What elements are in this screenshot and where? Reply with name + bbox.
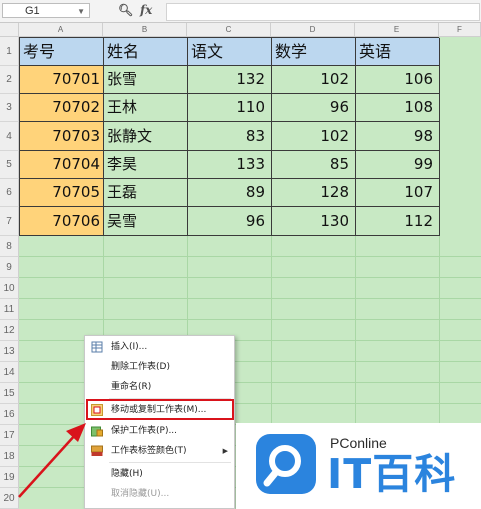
table-cell-score[interactable]: 130 (272, 207, 356, 236)
zoom-icon[interactable]: 🔍︎ (118, 3, 133, 17)
menu-separator (109, 462, 231, 463)
row-header-11[interactable]: 11 (0, 299, 19, 320)
table-cell-id[interactable]: 70705 (20, 179, 104, 207)
insert-sheet-icon (91, 341, 103, 353)
gridline (19, 256, 481, 257)
name-box-value: G1 (25, 5, 40, 17)
row-header-8[interactable]: 8 (0, 236, 19, 257)
row-header-16[interactable]: 16 (0, 404, 19, 425)
row-header-6[interactable]: 6 (0, 179, 19, 207)
header-cell-exam-id[interactable]: 考号 (20, 38, 104, 66)
gridline (19, 277, 481, 278)
row-header-13[interactable]: 13 (0, 341, 19, 362)
menu-item-tab-color[interactable]: 工作表标签颜色(T) ▶ (85, 441, 234, 461)
tab-color-icon (91, 445, 103, 456)
fx-icon[interactable]: fx (140, 3, 152, 17)
menu-item-label: 取消隐藏(U)... (111, 489, 170, 499)
table-cell-score[interactable]: 128 (272, 179, 356, 207)
table-cell-score[interactable]: 106 (356, 66, 440, 94)
row-header-15[interactable]: 15 (0, 383, 19, 404)
menu-item-label: 删除工作表(D) (111, 362, 170, 372)
table-cell-score[interactable]: 107 (356, 179, 440, 207)
menu-item-rename[interactable]: 重命名(R) (85, 377, 234, 397)
table-cell-id[interactable]: 70706 (20, 207, 104, 236)
table-cell-score[interactable]: 132 (188, 66, 272, 94)
table-cell-score[interactable]: 112 (356, 207, 440, 236)
row-header-20[interactable]: 20 (0, 488, 19, 509)
row-header-14[interactable]: 14 (0, 362, 19, 383)
header-cell-chinese[interactable]: 语文 (188, 38, 272, 66)
column-header-d[interactable]: D (271, 23, 355, 37)
row-header-10[interactable]: 10 (0, 278, 19, 299)
row-header-7[interactable]: 7 (0, 207, 19, 236)
header-cell-english[interactable]: 英语 (356, 38, 440, 66)
row-header-3[interactable]: 3 (0, 94, 19, 122)
column-header-a[interactable]: A (19, 23, 103, 37)
table-cell-score[interactable]: 133 (188, 151, 272, 179)
table-cell-id[interactable]: 70701 (20, 66, 104, 94)
header-cell-name[interactable]: 姓名 (104, 38, 188, 66)
row-header-19[interactable]: 19 (0, 467, 19, 488)
column-header-b[interactable]: B (103, 23, 187, 37)
table-cell-id[interactable]: 70702 (20, 94, 104, 122)
header-cell-math[interactable]: 数学 (272, 38, 356, 66)
table-cell-score[interactable]: 96 (272, 94, 356, 122)
table-cell-name[interactable]: 张静文 (104, 122, 188, 151)
row-header-4[interactable]: 4 (0, 122, 19, 151)
table-cell-score[interactable]: 98 (356, 122, 440, 151)
row-header-1[interactable]: 1 (0, 37, 19, 66)
row-header-12[interactable]: 12 (0, 320, 19, 341)
menu-item-protect-sheet[interactable]: 保护工作表(P)... (85, 421, 234, 441)
select-all-corner[interactable] (0, 23, 19, 37)
menu-item-label: 隐藏(H) (111, 469, 143, 479)
table-cell-score[interactable]: 102 (272, 66, 356, 94)
table-cell-score[interactable]: 102 (272, 122, 356, 151)
row-header-18[interactable]: 18 (0, 446, 19, 467)
row-header-2[interactable]: 2 (0, 66, 19, 94)
column-header-c[interactable]: C (187, 23, 271, 37)
table-cell-score[interactable]: 108 (356, 94, 440, 122)
table-cell-name[interactable]: 王磊 (104, 179, 188, 207)
gridline (19, 319, 481, 320)
table-cell-name[interactable]: 张雪 (104, 66, 188, 94)
gridline (19, 298, 481, 299)
menu-item-label: 插入(I)... (111, 342, 148, 352)
sheet-tab-context-menu: 插入(I)... 删除工作表(D) 重命名(R) 移动或复制工作表(M)... … (84, 335, 235, 509)
menu-item-label: 工作表标签颜色(T) (111, 446, 187, 456)
protect-sheet-icon (91, 426, 103, 437)
menu-item-hide[interactable]: 隐藏(H) (85, 464, 234, 484)
row-header-5[interactable]: 5 (0, 151, 19, 179)
table-cell-name[interactable]: 王林 (104, 94, 188, 122)
name-box[interactable]: G1 ▼ (2, 3, 90, 18)
watermark-title: IT百科 (327, 450, 457, 498)
table-cell-id[interactable]: 70703 (20, 122, 104, 151)
menu-item-unhide: 取消隐藏(U)... (85, 484, 234, 504)
chevron-down-icon[interactable]: ▼ (77, 4, 85, 19)
row-header-9[interactable]: 9 (0, 257, 19, 278)
table-cell-id[interactable]: 70704 (20, 151, 104, 179)
table-cell-score[interactable]: 96 (188, 207, 272, 236)
table-cell-score[interactable]: 85 (272, 151, 356, 179)
table-cell-score[interactable]: 110 (188, 94, 272, 122)
menu-item-insert[interactable]: 插入(I)... (85, 337, 234, 357)
table-cell-score[interactable]: 83 (188, 122, 272, 151)
column-header-f[interactable]: F (439, 23, 481, 37)
table-cell-name[interactable]: 吴雪 (104, 207, 188, 236)
formula-tools: 🔍︎ fx (112, 3, 164, 19)
table-cell-score[interactable]: 99 (356, 151, 440, 179)
column-header-e[interactable]: E (355, 23, 439, 37)
magnifier-logo-icon (256, 434, 316, 494)
formula-bar: G1 ▼ 🔍︎ fx (0, 0, 481, 23)
menu-item-label: 重命名(R) (111, 382, 152, 392)
menu-item-delete-sheet[interactable]: 删除工作表(D) (85, 357, 234, 377)
submenu-arrow-icon: ▶ (222, 447, 228, 455)
table-cell-name[interactable]: 李昊 (104, 151, 188, 179)
menu-item-label: 保护工作表(P)... (111, 426, 178, 436)
row-header-17[interactable]: 17 (0, 425, 19, 446)
formula-input[interactable] (166, 3, 480, 21)
table-cell-score[interactable]: 89 (188, 179, 272, 207)
highlight-annotation-box (86, 399, 234, 420)
